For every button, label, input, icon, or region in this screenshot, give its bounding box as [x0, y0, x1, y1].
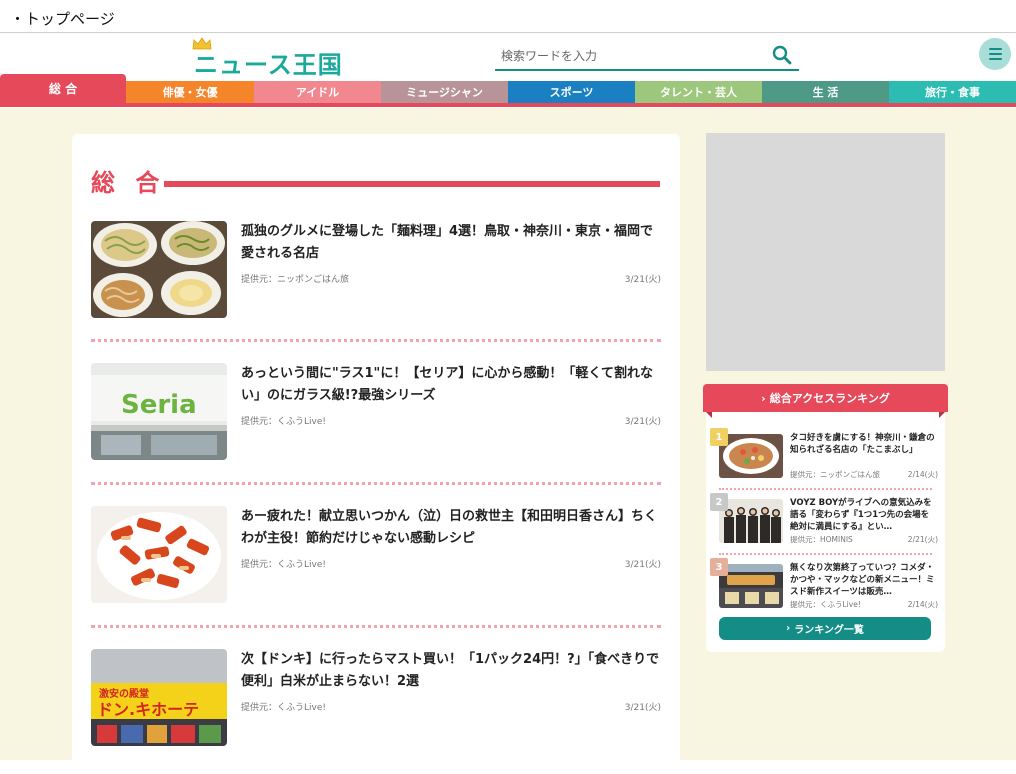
tab-travel-food[interactable]: 旅行・食事: [889, 81, 1016, 103]
ranking-header-ribbon: [706, 412, 945, 418]
article-divider: [91, 482, 661, 485]
article-title: 孤独のグルメに登場した「麺料理」4選！鳥取・神奈川・東京・福岡で愛される名店: [241, 224, 654, 261]
chikuwa-dish-image: [91, 506, 227, 603]
ranking-header: › 総合アクセスランキング: [703, 384, 948, 412]
voyz-boy-image: [719, 499, 783, 543]
ranking-item-source: 提供元：ニッポンごはん旅: [790, 470, 880, 479]
donki-slogan-text: 激安の殿堂: [99, 687, 149, 700]
article-source: 提供元：くふうLive!: [241, 703, 326, 713]
article-divider: [91, 625, 661, 628]
article-thumbnail: Seria: [91, 363, 227, 460]
article-source: 提供元：くふうLive!: [241, 417, 326, 427]
search-icon[interactable]: [771, 44, 793, 66]
ranking-item-title: 無くなり次第終了っていつ？コメダ・かつや・マックなどの新メニュー！ミスド新作スイ…: [790, 563, 935, 597]
ranking-divider: [719, 488, 932, 490]
ranking-item-title: VOYZ BOYがライブへの意気込みを語る「変わらず『1つ1つ先の会場を絶対に満…: [790, 498, 932, 532]
rank-badge: 1: [710, 428, 728, 446]
article-thumbnail: [91, 506, 227, 603]
tab-actors[interactable]: 俳優・女優: [126, 81, 254, 103]
noodle-dishes-image: [91, 221, 227, 318]
storefront-image: [719, 564, 783, 608]
ranking-item[interactable]: 3 無くなり次第終了っていつ？コメダ・かつや・マックなどの新メニュー！ミスド新作…: [710, 558, 938, 614]
article-title: あっという間に"ラス1"に！【セリア】に心から感動！「軽くて割れない」のにガラス…: [241, 366, 653, 403]
menu-icon-bar: [988, 48, 1002, 50]
ranking-header-label: 総合アクセスランキング: [769, 392, 890, 405]
tab-musician[interactable]: ミュージシャン: [381, 81, 508, 103]
hamburger-menu-button[interactable]: [979, 38, 1011, 70]
page-caption: ・トップページ: [10, 10, 115, 28]
chevron-right-icon: ›: [786, 623, 791, 634]
rank-badge: 3: [710, 558, 728, 576]
article-title: 次【ドンキ】に行ったらマスト買い！「1パック24円！?」「食べきりで便利」白米が…: [241, 652, 660, 689]
site-logo[interactable]: ニュース王国: [192, 37, 347, 79]
article-divider: [91, 339, 661, 342]
search-bar: [495, 41, 799, 71]
ranking-thumbnail: [719, 434, 783, 478]
article-item[interactable]: 孤独のグルメに登場した「麺料理」4選！鳥取・神奈川・東京・福岡で愛される名店 提…: [91, 221, 661, 321]
ranking-list-button-label: ランキング一覧: [794, 625, 864, 636]
site-header: ニュース王国: [0, 33, 1016, 79]
donki-logo-text: ドン.キホーテ: [97, 700, 199, 719]
article-date: 3/21(火): [624, 560, 661, 570]
tab-life[interactable]: 生 活: [762, 81, 889, 103]
article-thumbnail: 激安の殿堂 ドン.キホーテ: [91, 649, 227, 746]
ranking-thumbnail: [719, 499, 783, 543]
article-item[interactable]: 激安の殿堂 ドン.キホーテ 次【ドンキ】に行ったらマスト買い！「1パック24円！…: [91, 649, 661, 749]
section-title: 総 合: [91, 169, 166, 197]
article-date: 3/21(火): [624, 703, 661, 713]
ranking-divider: [719, 553, 932, 555]
menu-icon-bar: [988, 58, 1002, 60]
ranking-thumbnail: [719, 564, 783, 608]
seria-store-image: Seria: [91, 363, 227, 460]
ranking-item[interactable]: 1 タコ好きを虜にする！神奈川・鎌倉の知られざる名店の「たこまぶし」 提供元：ニ…: [710, 428, 938, 484]
tab-talent[interactable]: タレント・芸人: [635, 81, 762, 103]
ranking-item-source: 提供元：くふうLive!: [790, 600, 861, 609]
main-article-list: 総 合 孤独のグルメに登場した「麺料理」4選！鳥取・神奈川・東京・福岡で愛される…: [72, 134, 680, 774]
ranking-item-date: 2/14(火): [907, 470, 938, 479]
access-ranking-panel: › 総合アクセスランキング 1 タコ好きを虜にする！神奈川・鎌倉の知られざる名店…: [703, 384, 948, 652]
ad-placeholder[interactable]: [706, 133, 945, 371]
donki-store-image: 激安の殿堂 ドン.キホーテ: [91, 649, 227, 746]
article-source: 提供元：ニッポンごはん旅: [241, 275, 350, 285]
article-item[interactable]: Seria あっという間に"ラス1"に！【セリア】に心から感動！「軽くて割れない…: [91, 363, 661, 463]
ranking-item-date: 2/14(火): [907, 600, 938, 609]
article-date: 3/21(火): [624, 417, 661, 427]
ranking-item-source: 提供元：HOMINIS: [790, 535, 853, 544]
ranking-item-title: タコ好きを虜にする！神奈川・鎌倉の知られざる名店の「たこまぶし」: [790, 433, 935, 455]
tab-general[interactable]: 総 合: [0, 74, 126, 103]
article-date: 3/21(火): [624, 275, 661, 285]
article-item[interactable]: あー疲れた！献立思いつかん（泣）日の救世主【和田明日香さん】ちくわが主役！節約だ…: [91, 506, 661, 606]
ranking-list-button[interactable]: › ランキング一覧: [719, 617, 931, 640]
ranking-item-date: 2/21(火): [907, 535, 938, 544]
article-source: 提供元：くふうLive!: [241, 560, 326, 570]
rank-badge: 2: [710, 493, 728, 511]
chevron-right-icon: ›: [761, 391, 766, 405]
tab-idol[interactable]: アイドル: [254, 81, 381, 103]
nav-underline: [0, 103, 1016, 107]
article-thumbnail: [91, 221, 227, 318]
seria-logo-text: Seria: [121, 390, 197, 420]
menu-icon-bar: [988, 53, 1002, 55]
takomabushi-image: [719, 434, 783, 478]
article-title: あー疲れた！献立思いつかん（泣）日の救世主【和田明日香さん】ちくわが主役！節約だ…: [241, 509, 658, 546]
tab-sports[interactable]: スポーツ: [508, 81, 635, 103]
category-nav: 総 合 俳優・女優 アイドル ミュージシャン スポーツ タレント・芸人 生 活 …: [0, 74, 1016, 108]
section-title-rule: [164, 181, 660, 187]
ranking-item[interactable]: 2 VOYZ BOYがライブへの意気込みを語る「変わらず『1つ1つ先の会場を絶対…: [710, 493, 938, 549]
search-input[interactable]: [501, 46, 761, 66]
